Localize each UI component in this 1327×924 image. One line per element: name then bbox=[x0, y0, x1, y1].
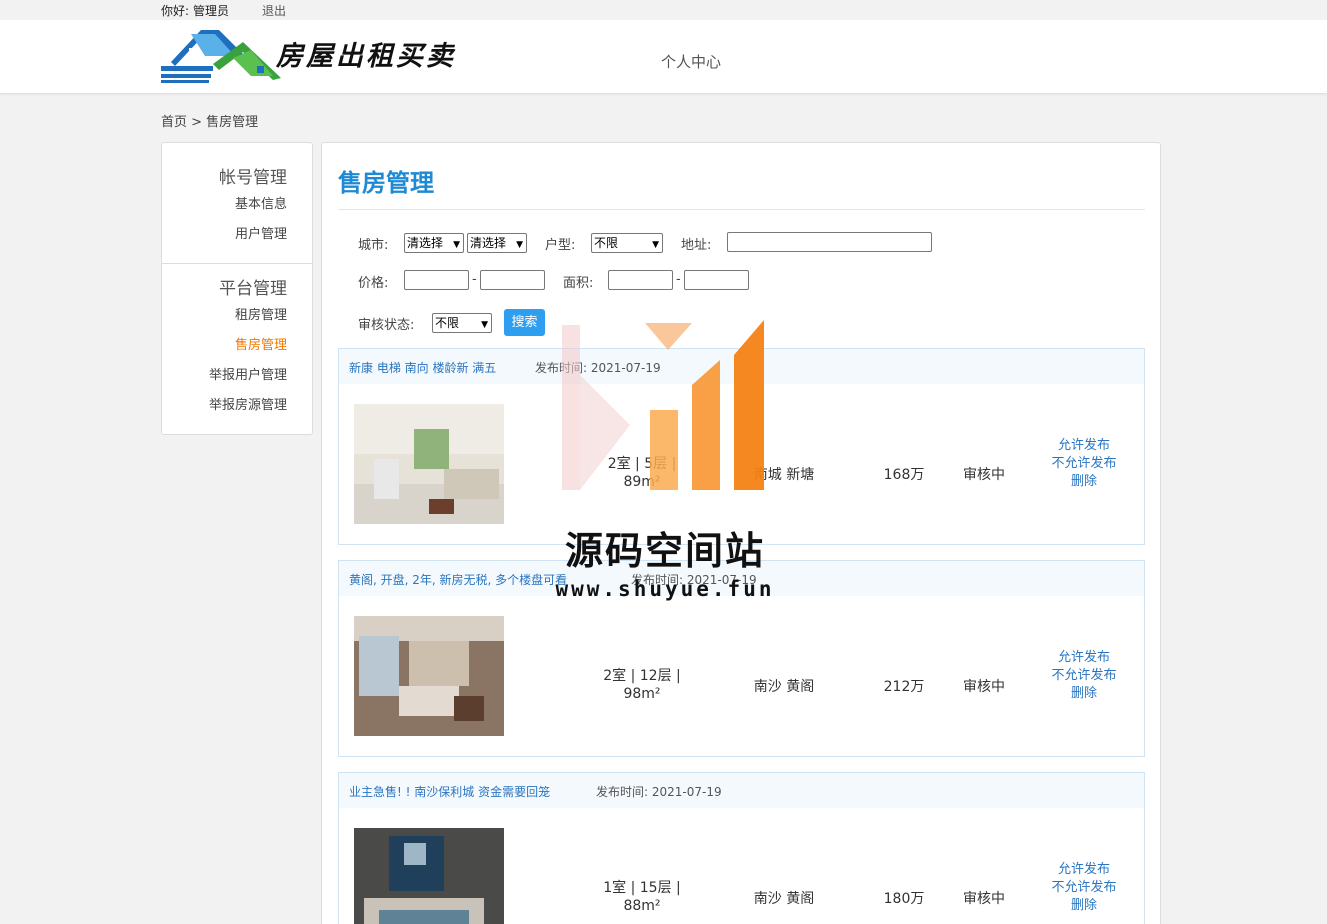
allow-publish-link[interactable]: 允许发布 bbox=[1034, 861, 1134, 879]
room-type-label: 户型: bbox=[545, 238, 576, 253]
address-label: 地址: bbox=[681, 238, 712, 253]
sidebar-section-title: 平台管理 bbox=[219, 279, 287, 299]
status-select[interactable]: 不限 ▼ bbox=[432, 313, 492, 333]
listing-date: 发布时间: 2021-07-19 bbox=[631, 573, 757, 587]
sidebar-divider bbox=[162, 263, 312, 264]
sidebar-item-rent-management[interactable]: 租房管理 bbox=[147, 307, 287, 337]
listing-status: 审核中 bbox=[963, 891, 1005, 907]
sidebar-section-account: 帐号管理 基本信息 用户管理 bbox=[147, 163, 287, 256]
price-min-input[interactable] bbox=[404, 270, 469, 290]
nav-personal-center[interactable]: 个人中心 bbox=[661, 51, 721, 72]
greeting: 你好: 管理员 bbox=[161, 4, 230, 18]
listing-header: 新康 电梯 南向 楼龄新 满五 发布时间: 2021-07-19 bbox=[339, 349, 1144, 384]
logout-link[interactable]: 退出 bbox=[262, 2, 286, 19]
breadcrumb[interactable]: 首页 > 售房管理 bbox=[161, 111, 258, 130]
search-button[interactable]: 搜索 bbox=[504, 309, 545, 336]
sidebar-item-user-management[interactable]: 用户管理 bbox=[147, 226, 287, 256]
main-panel: 售房管理 城市: 清选择 ▼ 清选择 ▼ 户型: 不限 ▼ 地址: 价格: - 面积:… bbox=[321, 142, 1161, 924]
username: 管理员 bbox=[193, 4, 230, 18]
listing-photo[interactable] bbox=[354, 404, 504, 524]
delete-link[interactable]: 删除 bbox=[1034, 685, 1134, 703]
sidebar-item-sale-management[interactable]: 售房管理 bbox=[147, 337, 287, 367]
price-label: 价格: bbox=[358, 276, 389, 291]
listing-spec: 2室 | 12层 | 98m² bbox=[603, 668, 681, 702]
district-select[interactable]: 清选择 ▼ bbox=[467, 233, 527, 253]
listing-price: 168万 bbox=[883, 467, 925, 483]
area-label: 面积: bbox=[563, 276, 594, 291]
listing-spec: 2室 | 5层 | 89m² bbox=[607, 456, 677, 490]
listing-card: 业主急售! ! 南沙保利城 资金需要回笼 发布时间: 2021-07-19 1室… bbox=[338, 772, 1145, 924]
address-input[interactable] bbox=[727, 232, 932, 252]
delete-link[interactable]: 删除 bbox=[1034, 897, 1134, 915]
listing-actions: 允许发布 不允许发布 删除 bbox=[1034, 437, 1134, 491]
allow-publish-link[interactable]: 允许发布 bbox=[1034, 437, 1134, 455]
chevron-down-icon: ▼ bbox=[516, 240, 523, 250]
listing-date: 发布时间: 2021-07-19 bbox=[596, 785, 722, 799]
sidebar-item-report-user[interactable]: 举报用户管理 bbox=[147, 367, 287, 397]
listing-area: 南沙 黄阁 bbox=[753, 891, 815, 907]
listing-date: 发布时间: 2021-07-19 bbox=[535, 361, 661, 375]
deny-publish-link[interactable]: 不允许发布 bbox=[1034, 879, 1134, 897]
listing-spec: 1室 | 15层 | 88m² bbox=[603, 880, 681, 914]
listing-price: 180万 bbox=[883, 891, 925, 907]
status-label: 审核状态: bbox=[358, 318, 415, 333]
listing-title[interactable]: 新康 电梯 南向 楼龄新 满五 bbox=[349, 359, 496, 376]
title-divider bbox=[338, 209, 1145, 210]
listing-title[interactable]: 黄阁, 开盘, 2年, 新房无税, 多个楼盘可看 bbox=[349, 571, 567, 588]
sidebar-section-platform: 平台管理 租房管理 售房管理 举报用户管理 举报房源管理 bbox=[147, 274, 287, 427]
listing-area: 南沙 黄阁 bbox=[753, 679, 815, 695]
city-select[interactable]: 清选择 ▼ bbox=[404, 233, 464, 253]
range-dash: - bbox=[676, 272, 681, 287]
listing-actions: 允许发布 不允许发布 删除 bbox=[1034, 649, 1134, 703]
listing-price: 212万 bbox=[883, 679, 925, 695]
allow-publish-link[interactable]: 允许发布 bbox=[1034, 649, 1134, 667]
page-title: 售房管理 bbox=[338, 169, 434, 197]
room-type-select[interactable]: 不限 ▼ bbox=[591, 233, 663, 253]
site-header: 房屋出租买卖 个人中心 bbox=[0, 20, 1327, 94]
listing-area: 南城 新塘 bbox=[753, 467, 815, 483]
area-min-input[interactable] bbox=[608, 270, 673, 290]
chevron-down-icon: ▼ bbox=[453, 240, 460, 250]
deny-publish-link[interactable]: 不允许发布 bbox=[1034, 667, 1134, 685]
listing-photo[interactable] bbox=[354, 616, 504, 736]
listing-card: 黄阁, 开盘, 2年, 新房无税, 多个楼盘可看 发布时间: 2021-07-1… bbox=[338, 560, 1145, 757]
listing-photo[interactable] bbox=[354, 828, 504, 924]
listing-title[interactable]: 业主急售! ! 南沙保利城 资金需要回笼 bbox=[349, 783, 550, 800]
area-max-input[interactable] bbox=[684, 270, 749, 290]
chevron-down-icon: ▼ bbox=[481, 320, 488, 330]
range-dash: - bbox=[472, 272, 477, 287]
listing-header: 业主急售! ! 南沙保利城 资金需要回笼 发布时间: 2021-07-19 bbox=[339, 773, 1144, 808]
sidebar-item-basic-info[interactable]: 基本信息 bbox=[147, 196, 287, 226]
listing-status: 审核中 bbox=[963, 679, 1005, 695]
deny-publish-link[interactable]: 不允许发布 bbox=[1034, 455, 1134, 473]
listing-status: 审核中 bbox=[963, 467, 1005, 483]
sidebar-item-report-listing[interactable]: 举报房源管理 bbox=[147, 397, 287, 427]
delete-link[interactable]: 删除 bbox=[1034, 473, 1134, 491]
house-logo-icon[interactable] bbox=[161, 28, 291, 84]
sidebar-section-title: 帐号管理 bbox=[219, 168, 287, 188]
listing-card: 新康 电梯 南向 楼龄新 满五 发布时间: 2021-07-19 2室 | 5层… bbox=[338, 348, 1145, 545]
site-name[interactable]: 房屋出租买卖 bbox=[276, 34, 456, 73]
sidebar: 帐号管理 基本信息 用户管理 平台管理 租房管理 售房管理 举报用户管理 举报房… bbox=[161, 142, 313, 435]
city-label: 城市: bbox=[358, 238, 389, 253]
listing-header: 黄阁, 开盘, 2年, 新房无税, 多个楼盘可看 发布时间: 2021-07-1… bbox=[339, 561, 1144, 596]
listing-actions: 允许发布 不允许发布 删除 bbox=[1034, 861, 1134, 915]
top-bar: 你好: 管理员 退出 bbox=[0, 0, 1327, 20]
price-max-input[interactable] bbox=[480, 270, 545, 290]
chevron-down-icon: ▼ bbox=[652, 240, 659, 250]
